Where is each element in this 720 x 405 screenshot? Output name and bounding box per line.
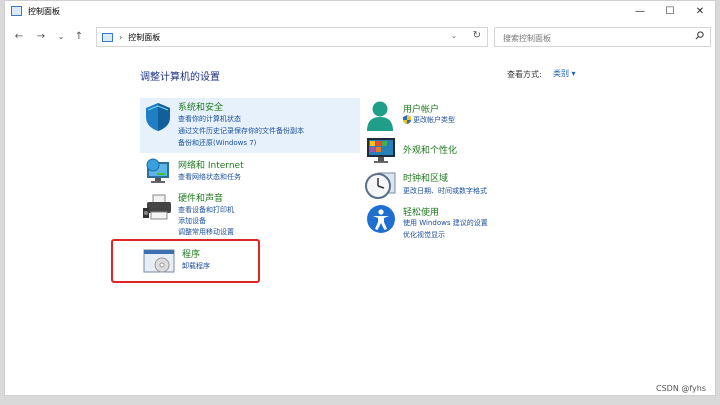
address-bar[interactable]: › 控制面板 ⌄ ↻	[96, 27, 488, 47]
page-heading: 调整计算机的设置	[140, 72, 220, 83]
maximize-button[interactable]: ☐	[655, 1, 685, 21]
title-bar: 控制面板 — ☐ ✕	[5, 1, 715, 21]
control-panel-window: 控制面板 — ☐ ✕ ← → ⌄ ↑ › 控制面板 ⌄ ↻ 调整计算机的设置 查…	[4, 0, 716, 396]
control-panel-icon	[102, 32, 113, 42]
minimize-button[interactable]: —	[625, 1, 655, 21]
breadcrumb-separator: ›	[119, 32, 123, 42]
annotation-highlight-box	[111, 239, 260, 283]
security-shield-icon	[146, 103, 170, 131]
up-arrow-icon[interactable]: ↑	[71, 28, 87, 44]
window-title: 控制面板	[28, 6, 60, 16]
control-panel-icon	[11, 6, 22, 16]
category-link[interactable]: 添加设备	[178, 216, 206, 226]
category-link[interactable]: 更改日期、时间或数字格式	[403, 186, 487, 196]
navigation-bar: ← → ⌄ ↑ › 控制面板 ⌄ ↻	[5, 21, 715, 52]
search-input[interactable]	[495, 28, 685, 48]
view-by-label: 查看方式:	[507, 70, 542, 79]
user-icon	[367, 101, 393, 131]
category-title[interactable]: 用户帐户	[403, 102, 439, 115]
category-system-security[interactable]: 系统和安全 查看你的计算机状态 通过文件历史记录保存你的文件备份副本 备份和还原…	[140, 98, 360, 153]
back-arrow-icon[interactable]: ←	[11, 28, 27, 44]
category-link[interactable]: 更改帐户类型	[413, 115, 455, 125]
breadcrumb-control-panel[interactable]: 控制面板	[128, 32, 160, 43]
category-link[interactable]: 备份和还原(Windows 7)	[178, 138, 256, 148]
category-clock-region[interactable]: 时钟和区域 更改日期、时间或数字格式	[363, 169, 563, 201]
clock-icon	[365, 172, 396, 199]
category-title[interactable]: 时钟和区域	[403, 171, 448, 184]
category-link[interactable]: 调整常用移动设置	[178, 227, 234, 237]
accessibility-icon	[367, 205, 395, 233]
category-network-internet[interactable]: 网络和 Internet 查看网络状态和任务	[140, 156, 360, 186]
search-box[interactable]	[494, 27, 711, 48]
printer-icon	[143, 194, 171, 220]
category-title[interactable]: 系统和安全	[178, 100, 223, 113]
category-title[interactable]: 外观和个性化	[403, 143, 457, 156]
watermark: CSDN @fyhs	[656, 384, 706, 393]
category-link[interactable]: 查看你的计算机状态	[178, 114, 241, 124]
appearance-monitor-icon	[367, 138, 395, 163]
network-globe-icon	[146, 158, 169, 183]
view-by-dropdown[interactable]: 类别 ▾	[550, 67, 579, 80]
refresh-icon[interactable]: ↻	[473, 30, 481, 41]
category-hardware-sound[interactable]: 硬件和声音 查看设备和打印机 添加设备 调整常用移动设置	[140, 189, 360, 237]
close-button[interactable]: ✕	[685, 1, 715, 21]
category-user-accounts[interactable]: 用户帐户 更改帐户类型	[363, 98, 563, 132]
category-link[interactable]: 通过文件历史记录保存你的文件备份副本	[178, 126, 304, 136]
forward-arrow-icon[interactable]: →	[33, 28, 49, 44]
category-link[interactable]: 查看设备和打印机	[178, 205, 234, 215]
category-link[interactable]: 查看网络状态和任务	[178, 172, 241, 182]
search-icon[interactable]	[695, 31, 704, 40]
category-link[interactable]: 优化视觉显示	[403, 230, 445, 240]
category-ease-of-access[interactable]: 轻松使用 使用 Windows 建议的设置 优化视觉显示	[363, 201, 563, 241]
uac-shield-icon	[403, 115, 411, 124]
address-dropdown-icon[interactable]: ⌄	[451, 32, 457, 40]
category-title[interactable]: 轻松使用	[403, 205, 439, 218]
recent-locations-icon[interactable]: ⌄	[53, 28, 69, 44]
category-link[interactable]: 使用 Windows 建议的设置	[403, 218, 488, 228]
category-title[interactable]: 网络和 Internet	[178, 158, 244, 171]
category-appearance[interactable]: 外观和个性化	[363, 136, 563, 168]
category-title[interactable]: 硬件和声音	[178, 191, 223, 204]
